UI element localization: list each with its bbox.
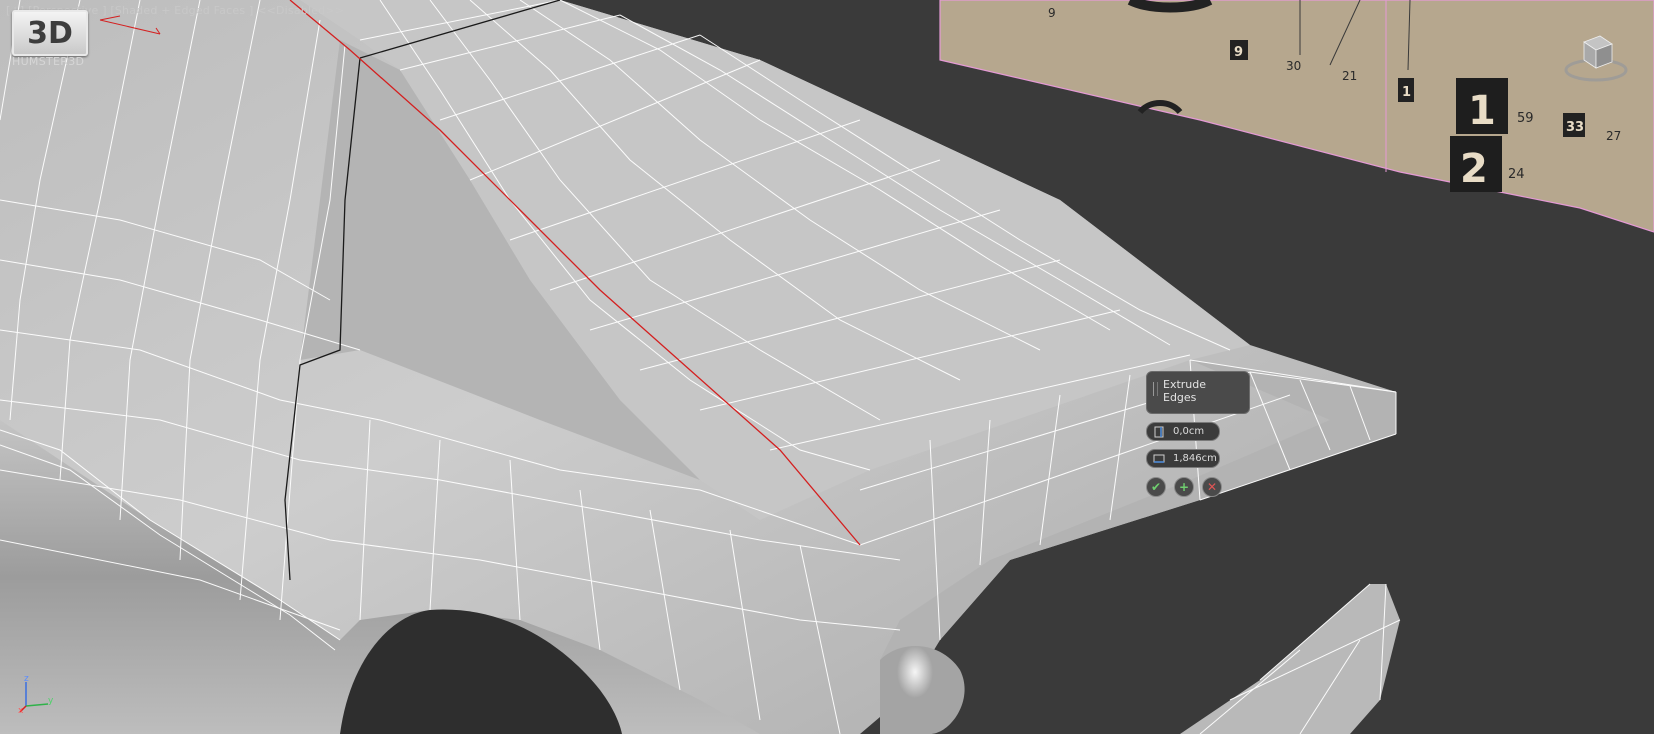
caddy-buttons: ✔ + ✕	[1146, 477, 1266, 497]
axis-tripod: z y x	[18, 674, 58, 716]
extrude-height-field[interactable]: 0,0cm	[1146, 422, 1220, 441]
apply-continue-button[interactable]: +	[1174, 477, 1194, 497]
svg-text:33: 33	[1566, 120, 1584, 135]
extrude-height-icon	[1154, 426, 1164, 437]
extrude-width-icon	[1153, 454, 1165, 463]
humster3d-logo: 3D HUMSTER3D	[12, 10, 92, 70]
svg-text:9: 9	[1048, 6, 1056, 20]
caddy-title-label: Extrude Edges	[1163, 378, 1207, 404]
logo-brand: HUMSTER3D	[12, 55, 85, 68]
extrude-width-value[interactable]: 1,846cm	[1173, 453, 1217, 464]
svg-text:9: 9	[1234, 45, 1243, 60]
logo-box: 3D	[12, 10, 88, 56]
caddy-grip-icon[interactable]	[1153, 382, 1158, 396]
perspective-viewport[interactable]: 9 9 30 21 1 1 59 33 27 2 24 [+] [Perspec…	[0, 0, 1654, 734]
caddy-title[interactable]: Extrude Edges	[1146, 371, 1250, 414]
extrude-edges-caddy: Extrude Edges 0,0cm 1,846cm ✔ + ✕	[1146, 371, 1266, 497]
cancel-button[interactable]: ✕	[1202, 477, 1222, 497]
plus-icon: +	[1178, 480, 1190, 494]
extrude-height-value[interactable]: 0,0cm	[1173, 426, 1204, 437]
scene-canvas[interactable]: 9 9 30 21 1 1 59 33 27 2 24	[0, 0, 1654, 734]
svg-text:x: x	[18, 706, 24, 714]
viewcube-icon[interactable]	[1562, 30, 1630, 90]
svg-text:y: y	[48, 696, 54, 706]
svg-text:1: 1	[1468, 88, 1496, 134]
svg-text:27: 27	[1606, 129, 1621, 143]
svg-text:z: z	[24, 674, 29, 684]
svg-text:30: 30	[1286, 59, 1301, 73]
axis-tripod-icon: z y x	[18, 674, 54, 716]
svg-text:24: 24	[1508, 167, 1525, 182]
viewcube[interactable]	[1562, 30, 1630, 90]
extrude-width-field[interactable]: 1,846cm	[1146, 449, 1220, 468]
svg-text:59: 59	[1517, 111, 1534, 126]
svg-text:21: 21	[1342, 69, 1357, 83]
check-icon: ✔	[1150, 480, 1162, 494]
svg-text:1: 1	[1402, 85, 1411, 100]
svg-text:2: 2	[1460, 146, 1488, 192]
x-icon: ✕	[1206, 480, 1218, 494]
ok-button[interactable]: ✔	[1146, 477, 1166, 497]
